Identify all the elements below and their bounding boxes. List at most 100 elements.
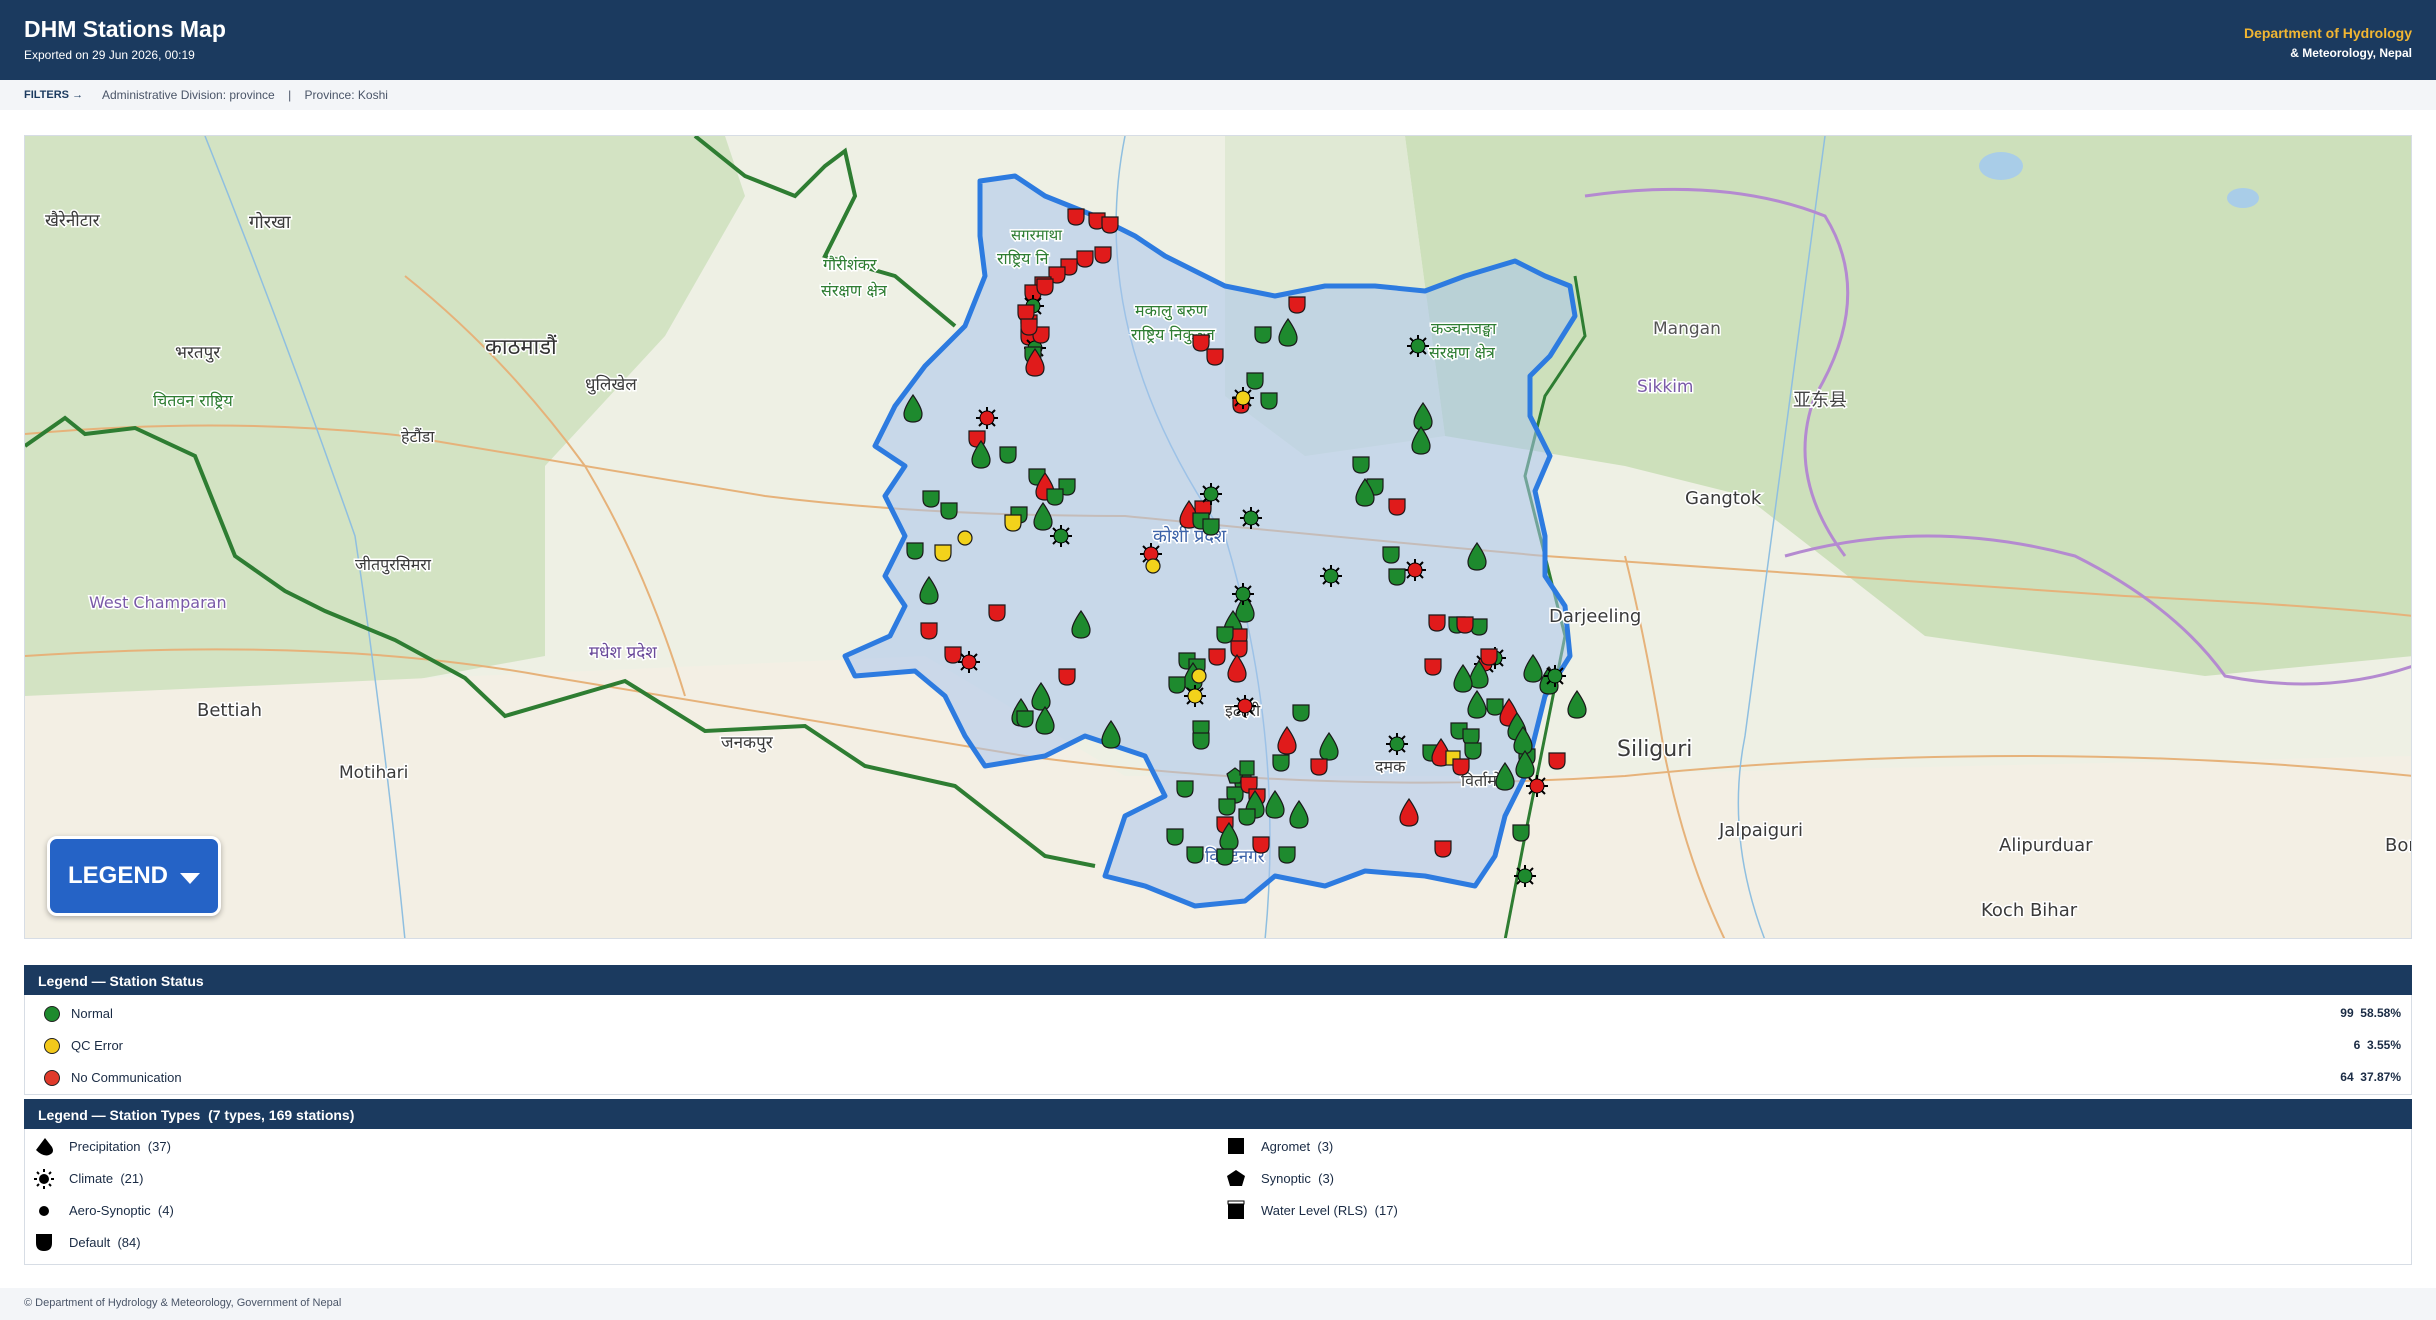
station-marker-default[interactable] [1202, 518, 1220, 536]
station-marker-climate[interactable] [1232, 583, 1254, 605]
station-marker-default[interactable] [1016, 710, 1034, 728]
station-marker-default[interactable] [1230, 640, 1248, 658]
place-label: खैरेनीटार [45, 210, 101, 231]
station-marker-default[interactable] [1076, 250, 1094, 268]
station-marker-default[interactable] [1434, 840, 1452, 858]
station-marker-default[interactable] [1101, 216, 1119, 234]
station-marker-default[interactable] [1094, 246, 1112, 264]
place-label: मधेश प्रदेश [589, 642, 657, 663]
legend-toggle-button[interactable]: LEGEND [47, 836, 221, 916]
station-marker-aero-synoptic[interactable] [1191, 668, 1207, 684]
place-label: काठमाडौं [485, 334, 557, 360]
station-marker-default[interactable] [1216, 626, 1234, 644]
place-label: Motihari [339, 763, 408, 783]
station-marker-default[interactable] [1020, 318, 1038, 336]
station-marker-default[interactable] [1388, 498, 1406, 516]
station-marker-default[interactable] [1254, 326, 1272, 344]
station-marker-default[interactable] [1512, 824, 1530, 842]
station-marker-default[interactable] [1246, 372, 1264, 390]
place-label: Bon [2385, 835, 2412, 856]
station-marker-default[interactable] [1252, 836, 1270, 854]
status-row-normal: Normal 99 58.58% [35, 997, 2401, 1029]
type-name: Climate [69, 1171, 114, 1186]
station-marker-climate[interactable] [1407, 335, 1429, 357]
station-marker-default[interactable] [1388, 568, 1406, 586]
station-marker-climate[interactable] [1184, 685, 1206, 707]
stations-map[interactable]: खैरेनीटार गोरखा भरतपुर काठमाडौं धुलिखेल चितवन… [24, 135, 2412, 939]
station-marker-default[interactable] [1288, 296, 1306, 314]
station-marker-climate[interactable] [1200, 483, 1222, 505]
status-count-value: 99 [2340, 1006, 2354, 1020]
station-marker-climate[interactable] [1404, 559, 1426, 581]
station-marker-default[interactable] [1292, 704, 1310, 722]
station-marker-aero-synoptic[interactable] [1145, 558, 1161, 574]
station-marker-climate[interactable] [976, 407, 998, 429]
station-marker-default[interactable] [1452, 758, 1470, 776]
station-marker-default[interactable] [1036, 278, 1054, 296]
station-marker-default[interactable] [1166, 828, 1184, 846]
station-marker-default[interactable] [1004, 514, 1022, 532]
station-marker-default[interactable] [1058, 668, 1076, 686]
station-marker-default[interactable] [1310, 758, 1328, 776]
station-marker-climate[interactable] [1386, 733, 1408, 755]
station-marker-default[interactable] [1208, 648, 1226, 666]
station-marker-default[interactable] [1186, 846, 1204, 864]
station-marker-default[interactable] [1548, 752, 1566, 770]
station-marker-default[interactable] [940, 502, 958, 520]
station-marker-default[interactable] [1206, 348, 1224, 366]
station-marker-default[interactable] [1424, 658, 1442, 676]
station-marker-default[interactable] [1216, 848, 1234, 866]
no-communication-status-icon [44, 1070, 60, 1086]
station-marker-default[interactable] [1382, 546, 1400, 564]
place-label: चितवन राष्ट्रिय [153, 391, 233, 410]
station-marker-default[interactable] [1464, 742, 1482, 760]
station-marker-default[interactable] [1272, 754, 1290, 772]
station-marker-aero-synoptic[interactable] [957, 530, 973, 546]
station-marker-default[interactable] [1238, 808, 1256, 826]
station-marker-default[interactable] [934, 544, 952, 562]
place-label: राष्ट्रिय नि [997, 249, 1050, 268]
station-marker-default[interactable] [1192, 732, 1210, 750]
station-marker-climate[interactable] [1320, 565, 1342, 587]
station-marker-default[interactable] [999, 446, 1017, 464]
station-marker-climate[interactable] [1240, 507, 1262, 529]
status-name: QC Error [71, 1038, 123, 1053]
station-marker-default[interactable] [1278, 846, 1296, 864]
station-marker-default[interactable] [1176, 780, 1194, 798]
place-label: Siliguri [1617, 737, 1692, 762]
station-marker-climate[interactable] [1232, 387, 1254, 409]
map-canvas[interactable]: खैरेनीटार गोरखा भरतपुर काठमाडौं धुलिखेल चितवन… [25, 136, 2412, 939]
status-count: 99 58.58% [2340, 1006, 2401, 1020]
station-marker-climate[interactable] [1526, 775, 1548, 797]
station-marker-default[interactable] [922, 490, 940, 508]
place-label: Sikkim [1637, 377, 1694, 397]
station-marker-default[interactable] [1260, 392, 1278, 410]
station-marker-default[interactable] [944, 646, 962, 664]
station-marker-default[interactable] [988, 604, 1006, 622]
station-marker-climate[interactable] [1544, 665, 1566, 687]
station-marker-default[interactable] [1428, 614, 1446, 632]
station-marker-default[interactable] [1480, 648, 1498, 666]
station-marker-climate[interactable] [1234, 695, 1256, 717]
station-marker-climate[interactable] [958, 651, 980, 673]
station-marker-default[interactable] [1352, 456, 1370, 474]
station-marker-climate[interactable] [1514, 865, 1536, 887]
station-marker-default[interactable] [1046, 488, 1064, 506]
filter-separator: | [288, 88, 292, 102]
place-label: संरक्षण क्षेत्र [1429, 343, 1496, 362]
station-marker-default[interactable] [1168, 676, 1186, 694]
station-marker-agromet[interactable] [1239, 760, 1255, 776]
station-marker-default[interactable] [920, 622, 938, 640]
place-label: 亚东县 [1793, 390, 1847, 411]
type-name: Synoptic [1261, 1171, 1311, 1186]
station-marker-default[interactable] [1067, 208, 1085, 226]
station-marker-default[interactable] [1456, 616, 1474, 634]
station-marker-climate[interactable] [1050, 525, 1072, 547]
type-count: (3) [1317, 1139, 1334, 1154]
place-label: Mangan [1653, 319, 1721, 339]
status-percent: 58.58% [2360, 1006, 2401, 1020]
station-marker-default[interactable] [906, 542, 924, 560]
place-label: सगरमाथा [1011, 226, 1063, 244]
station-marker-default[interactable] [1218, 798, 1236, 816]
app-header: DHM Stations Map Exported on 29 Jun 2026… [0, 0, 2436, 80]
